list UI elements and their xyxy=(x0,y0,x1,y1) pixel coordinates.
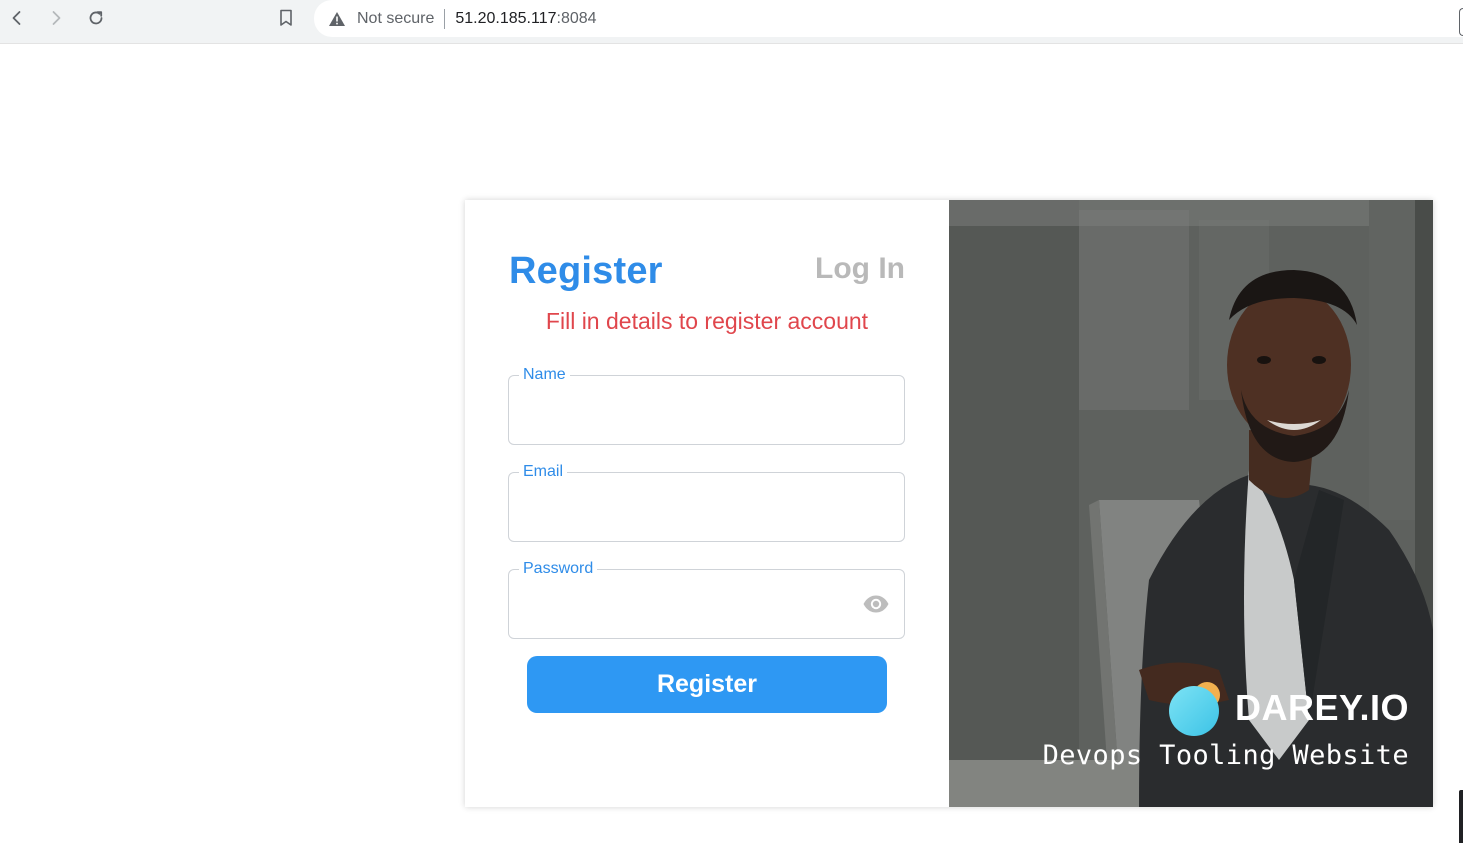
password-field-label: Password xyxy=(519,560,598,578)
email-input[interactable] xyxy=(521,491,865,529)
darey-logo: DAREY.IO xyxy=(1167,678,1409,738)
reload-icon[interactable] xyxy=(84,6,108,30)
auth-card: Register Log In Fill in details to regis… xyxy=(465,200,1433,807)
darey-logo-mark xyxy=(1168,682,1220,736)
name-input[interactable] xyxy=(521,394,865,432)
hero-image-panel: DAREY.IO Devops Tooling Website xyxy=(949,200,1433,807)
url-port[interactable]: :8084 xyxy=(557,10,597,28)
password-input[interactable] xyxy=(521,588,865,626)
password-field[interactable]: Password xyxy=(508,560,905,639)
register-form-panel: Register Log In Fill in details to regis… xyxy=(465,200,949,807)
email-field[interactable]: Email xyxy=(508,463,905,542)
tagline: Devops Tooling Website xyxy=(1042,740,1409,771)
warning-icon[interactable] xyxy=(328,10,346,28)
register-button[interactable]: Register xyxy=(527,656,887,713)
url-divider xyxy=(444,8,446,29)
form-subtitle: Fill in details to register account xyxy=(545,308,869,334)
security-status[interactable]: Not secure xyxy=(357,10,434,28)
url-host[interactable]: 51.20.185.117 xyxy=(455,10,556,28)
toolbar-edge-button[interactable] xyxy=(1459,8,1463,36)
bookmark-icon[interactable] xyxy=(274,6,298,30)
browser-toolbar: Not secure 51.20.185.117:8084 xyxy=(0,0,1463,44)
address-bar[interactable]: Not secure 51.20.185.117:8084 xyxy=(314,0,1463,37)
window-edge xyxy=(1459,790,1463,843)
tab-register[interactable]: Register xyxy=(509,250,663,293)
logo-text: DAREY.IO xyxy=(1234,687,1409,728)
eye-icon[interactable] xyxy=(862,593,890,615)
back-arrow-icon[interactable] xyxy=(5,6,29,30)
name-field[interactable]: Name xyxy=(508,366,905,445)
name-field-label: Name xyxy=(519,366,570,384)
tab-login[interactable]: Log In xyxy=(815,252,905,286)
email-field-label: Email xyxy=(519,463,568,481)
forward-arrow-icon[interactable] xyxy=(44,6,68,30)
